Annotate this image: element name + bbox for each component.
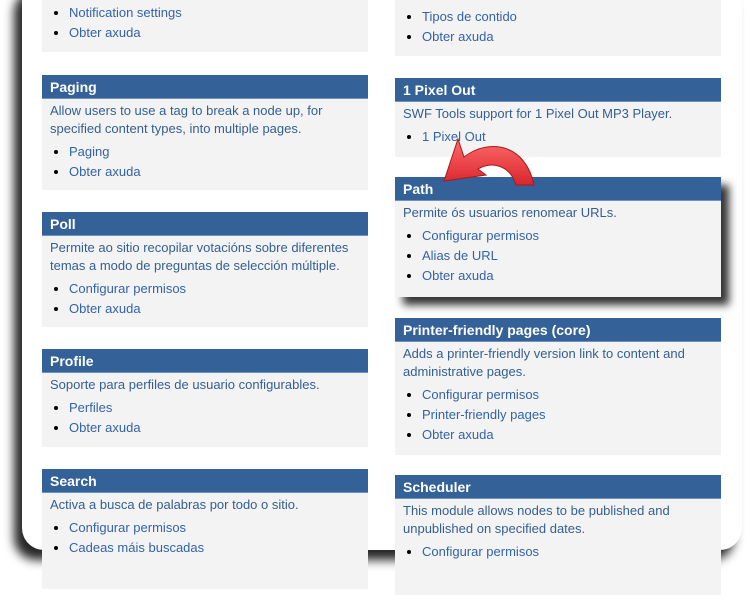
module-link[interactable]: Obter axuda xyxy=(69,25,141,40)
module-block: Tipos de contido Obter axuda xyxy=(395,0,721,56)
list-item: Obter axuda xyxy=(69,418,368,438)
module-link[interactable]: Obter axuda xyxy=(422,268,494,283)
list-item: Obter axuda xyxy=(69,299,368,319)
module-link[interactable]: Configurar permisos xyxy=(69,281,186,296)
list-item: Obter axuda xyxy=(422,266,721,286)
module-link[interactable]: Configurar permisos xyxy=(69,520,186,535)
module-link[interactable]: Obter axuda xyxy=(69,420,141,435)
module-link[interactable]: Obter axuda xyxy=(422,29,494,44)
module-link[interactable]: Obter axuda xyxy=(422,427,494,442)
module-block: Paging Allow users to use a tag to break … xyxy=(42,75,368,190)
list-item: Tipos de contido xyxy=(422,7,721,27)
module-title: Profile xyxy=(42,349,368,373)
list-item: Obter axuda xyxy=(69,23,368,43)
list-item: Configurar permisos xyxy=(422,385,721,405)
list-item: Configurar permisos xyxy=(69,279,368,299)
list-item: Perfiles xyxy=(69,398,368,418)
module-link[interactable]: Configurar permisos xyxy=(422,387,539,402)
module-links: Configurar permisos Printer-friendly page… xyxy=(395,385,721,445)
module-description: Permite ao sitio recopilar votacións sob… xyxy=(50,240,349,273)
module-block: Scheduler This module allows nodes to be … xyxy=(395,475,721,595)
module-link[interactable]: Obter axuda xyxy=(69,301,141,316)
module-block: Notification settings Obter axuda xyxy=(42,0,368,52)
module-block: Profile Soporte para perfiles de usuario … xyxy=(42,349,368,447)
module-description: Permite ós usuarios renomear URLs. xyxy=(403,205,617,220)
module-link[interactable]: Paging xyxy=(69,144,109,159)
list-item: Cadeas máis buscadas xyxy=(69,538,368,558)
module-title: Poll xyxy=(42,212,368,236)
module-links: Perfiles Obter axuda xyxy=(42,398,368,438)
module-link[interactable]: Alias de URL xyxy=(422,248,498,263)
module-link[interactable]: Perfiles xyxy=(69,400,112,415)
module-links: Configurar permisos Obter axuda xyxy=(42,279,368,319)
module-link[interactable]: Tipos de contido xyxy=(422,9,517,24)
module-block: Search Activa a busca de palabras por tod… xyxy=(42,469,368,589)
module-link[interactable]: Configurar permisos xyxy=(422,228,539,243)
module-links: Tipos de contido Obter axuda xyxy=(395,7,721,47)
module-title: Paging xyxy=(42,75,368,99)
list-item: Printer-friendly pages xyxy=(422,405,721,425)
module-description: SWF Tools support for 1 Pixel Out MP3 Pl… xyxy=(403,106,673,121)
module-links: Paging Obter axuda xyxy=(42,142,368,182)
module-block: Printer-friendly pages (core) Adds a prin… xyxy=(395,318,721,455)
module-links: Configurar permisos xyxy=(395,542,721,562)
list-item: Alias de URL xyxy=(422,246,721,266)
module-block: PathPermite ós usuarios renomear URLs.Co… xyxy=(395,177,721,297)
module-link[interactable]: Obter axuda xyxy=(69,164,141,179)
module-links: Notification settings Obter axuda xyxy=(42,3,368,43)
list-item: Obter axuda xyxy=(422,425,721,445)
module-description: This module allows nodes to be published… xyxy=(403,503,670,536)
list-item: Obter axuda xyxy=(422,27,721,47)
module-link[interactable]: Configurar permisos xyxy=(422,544,539,559)
list-item: Configurar permisos xyxy=(422,542,721,562)
curved-arrow-icon xyxy=(443,137,535,186)
module-block: Poll Permite ao sitio recopilar votacións… xyxy=(42,212,368,327)
module-description: Activa a busca de palabras por todo o si… xyxy=(50,497,299,512)
module-title: Scheduler xyxy=(395,475,721,499)
list-item: Notification settings xyxy=(69,3,368,23)
module-title: 1 Pixel Out xyxy=(395,78,721,102)
module-link[interactable]: Cadeas máis buscadas xyxy=(69,540,204,555)
module-title: Search xyxy=(42,469,368,493)
module-description: Soporte para perfiles de usuario configu… xyxy=(50,377,320,392)
list-item: Paging xyxy=(69,142,368,162)
module-link[interactable]: Notification settings xyxy=(69,5,182,20)
module-title: Printer-friendly pages (core) xyxy=(395,318,721,342)
module-description: Adds a printer-friendly version link to … xyxy=(403,346,685,379)
module-description: Allow users to use a tag to break a node… xyxy=(50,103,323,136)
module-link[interactable]: Printer-friendly pages xyxy=(422,407,546,422)
list-item: Configurar permisos xyxy=(422,226,721,246)
module-links: Configurar permisos Alias de URL Obter axu… xyxy=(395,226,721,286)
list-item: Obter axuda xyxy=(69,162,368,182)
list-item: Configurar permisos xyxy=(69,518,368,538)
module-links: Configurar permisos Cadeas máis buscadas xyxy=(42,518,368,558)
